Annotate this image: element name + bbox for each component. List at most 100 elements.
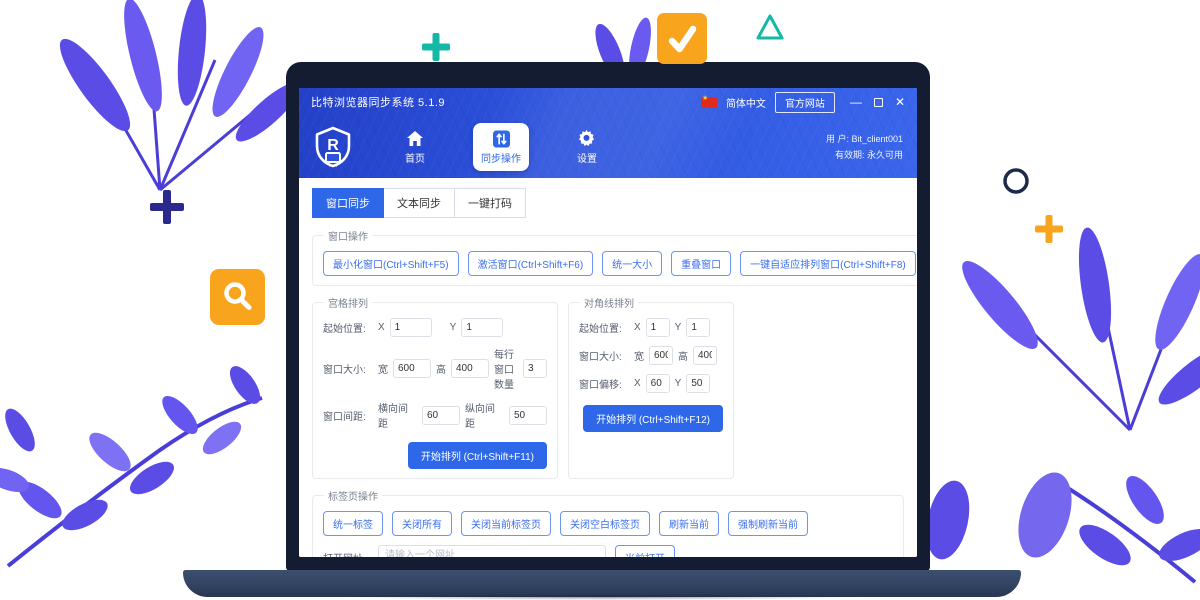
diagonal-arrange-legend: 对角线排列 <box>580 295 638 310</box>
diag-height-input[interactable] <box>693 346 717 365</box>
language-selector[interactable]: 简体中文 <box>726 95 766 110</box>
window-gap-row: 窗口间距: 横向间距 纵向间距 <box>323 400 547 430</box>
nav-item-home[interactable]: 首页 <box>387 130 443 165</box>
diagonal-arrange-section: 对角线排列 起始位置: X Y 窗口大小: 宽 高 <box>568 295 734 479</box>
window-ops-buttons: 最小化窗口(Ctrl+Shift+F5) 激活窗口(Ctrl+Shift+F6)… <box>323 251 916 276</box>
y-label: Y <box>450 322 457 333</box>
open-url-single-row: 打开网址 当前打开 <box>323 545 893 557</box>
single-url-input[interactable] <box>378 545 606 557</box>
app-logo-icon: R <box>313 126 353 168</box>
diag-start-x-input[interactable] <box>646 318 670 337</box>
user-account: 用 户: Bit_client001 <box>826 131 903 147</box>
force-refresh-button[interactable]: 强制刷新当前 <box>728 511 808 536</box>
x-label: X <box>378 322 385 333</box>
user-validity: 有效期: 永久可用 <box>826 147 903 163</box>
x-label: X <box>634 378 641 389</box>
official-site-button[interactable]: 官方网站 <box>775 92 835 113</box>
overlap-windows-button[interactable]: 重叠窗口 <box>671 251 731 276</box>
minimize-button[interactable]: — <box>850 96 862 108</box>
h-gap-label: 横向间距 <box>378 400 417 430</box>
grid-arrange-legend: 宫格排列 <box>324 295 372 310</box>
open-url-label: 打开网址 <box>323 545 369 557</box>
per-row-label: 每行窗口数量 <box>494 346 518 391</box>
check-icon <box>664 21 700 57</box>
field-label: 窗口大小: <box>579 348 629 363</box>
leaf-cluster-right <box>953 226 1200 430</box>
window-ops-legend: 窗口操作 <box>324 228 372 243</box>
tab-window-sync[interactable]: 窗口同步 <box>312 188 384 218</box>
nav-item-settings[interactable]: 设置 <box>559 130 615 165</box>
v-gap-label: 纵向间距 <box>465 400 504 430</box>
grid-start-arrange-button[interactable]: 开始排列 (Ctrl+Shift+F11) <box>408 442 547 469</box>
app-header: 比特浏览器同步系统 5.1.9 简体中文 官方网站 — ✕ R <box>299 88 917 178</box>
start-position-row: 起始位置: X Y <box>323 318 547 337</box>
close-button[interactable]: ✕ <box>895 96 905 108</box>
maximize-button[interactable] <box>874 98 883 107</box>
unify-tabs-button[interactable]: 统一标签 <box>323 511 383 536</box>
nav-item-label: 首页 <box>405 150 425 165</box>
flag-cn-icon <box>701 97 717 108</box>
auto-fit-arrange-button[interactable]: 一键自适应排列窗口(Ctrl+Shift+F8) <box>740 251 916 276</box>
field-label: 窗口间距: <box>323 408 373 423</box>
grid-start-x-input[interactable] <box>390 318 432 337</box>
refresh-current-button[interactable]: 刷新当前 <box>659 511 719 536</box>
close-current-tab-button[interactable]: 关闭当前标签页 <box>461 511 551 536</box>
arrange-row: 宫格排列 起始位置: X Y 窗口大小: 宽 高 <box>312 295 904 479</box>
leaf-branch-bottom-left <box>0 361 266 566</box>
diag-width-input[interactable] <box>649 346 673 365</box>
grid-h-gap-input[interactable] <box>422 406 460 425</box>
leaf-cluster-top-left <box>50 0 307 190</box>
field-label: 窗口大小: <box>323 361 373 376</box>
uniform-size-button[interactable]: 统一大小 <box>602 251 662 276</box>
tab-text-sync[interactable]: 文本同步 <box>384 188 455 218</box>
grid-arrange-button-row: 开始排列 (Ctrl+Shift+F11) <box>323 442 547 469</box>
ring-navy <box>1005 170 1027 192</box>
diag-offset-x-input[interactable] <box>646 374 670 393</box>
grid-v-gap-input[interactable] <box>509 406 547 425</box>
close-blank-tabs-button[interactable]: 关闭空白标签页 <box>560 511 650 536</box>
gear-icon <box>579 130 596 147</box>
field-label: 起始位置: <box>323 320 373 335</box>
navbar: R 首页 <box>299 116 917 178</box>
window-size-row: 窗口大小: 宽 高 每行窗口数量 <box>323 346 547 391</box>
titlebar: 比特浏览器同步系统 5.1.9 简体中文 官方网站 — ✕ <box>299 88 917 116</box>
y-label: Y <box>675 378 682 389</box>
leaf-branch-bottom-right <box>920 466 1200 582</box>
diag-start-y-input[interactable] <box>686 318 710 337</box>
laptop-base <box>183 570 1021 597</box>
user-info: 用 户: Bit_client001 有效期: 永久可用 <box>826 131 903 163</box>
nav-item-sync-operations[interactable]: 同步操作 <box>473 123 529 171</box>
tab-captcha[interactable]: 一键打码 <box>455 188 526 218</box>
tab-ops-legend: 标签页操作 <box>324 488 382 503</box>
open-current-button[interactable]: 当前打开 <box>615 545 675 557</box>
titlebar-right: 简体中文 官方网站 — ✕ <box>701 92 905 113</box>
search-badge <box>210 269 265 325</box>
minimize-windows-button[interactable]: 最小化窗口(Ctrl+Shift+F5) <box>323 251 459 276</box>
width-label: 宽 <box>634 348 644 363</box>
grid-per-row-input[interactable] <box>523 359 547 378</box>
plus-teal <box>422 33 450 61</box>
search-icon <box>221 280 255 314</box>
grid-arrange-section: 宫格排列 起始位置: X Y 窗口大小: 宽 高 <box>312 295 558 479</box>
y-label: Y <box>675 322 682 333</box>
grid-start-y-input[interactable] <box>461 318 503 337</box>
nav-item-label: 设置 <box>577 150 597 165</box>
window-ops-section: 窗口操作 最小化窗口(Ctrl+Shift+F5) 激活窗口(Ctrl+Shif… <box>312 228 917 286</box>
diag-offset-y-input[interactable] <box>686 374 710 393</box>
diagonal-arrange-button-row: 开始排列 (Ctrl+Shift+F12) <box>579 405 723 432</box>
triangle-teal <box>758 16 782 38</box>
window-controls: — ✕ <box>850 96 905 108</box>
laptop-screen: 比特浏览器同步系统 5.1.9 简体中文 官方网站 — ✕ R <box>286 62 930 571</box>
activate-windows-button[interactable]: 激活窗口(Ctrl+Shift+F6) <box>468 251 594 276</box>
close-all-button[interactable]: 关闭所有 <box>392 511 452 536</box>
grid-width-input[interactable] <box>393 359 431 378</box>
width-label: 宽 <box>378 361 388 376</box>
field-label: 起始位置: <box>579 320 629 335</box>
window-offset-row: 窗口偏移: X Y <box>579 374 723 393</box>
app-window: 比特浏览器同步系统 5.1.9 简体中文 官方网站 — ✕ R <box>299 88 917 557</box>
check-badge <box>657 13 707 64</box>
grid-height-input[interactable] <box>451 359 489 378</box>
field-label: 窗口偏移: <box>579 376 629 391</box>
diagonal-start-arrange-button[interactable]: 开始排列 (Ctrl+Shift+F12) <box>583 405 723 432</box>
tab-ops-section: 标签页操作 统一标签 关闭所有 关闭当前标签页 关闭空白标签页 刷新当前 强制刷… <box>312 488 904 557</box>
